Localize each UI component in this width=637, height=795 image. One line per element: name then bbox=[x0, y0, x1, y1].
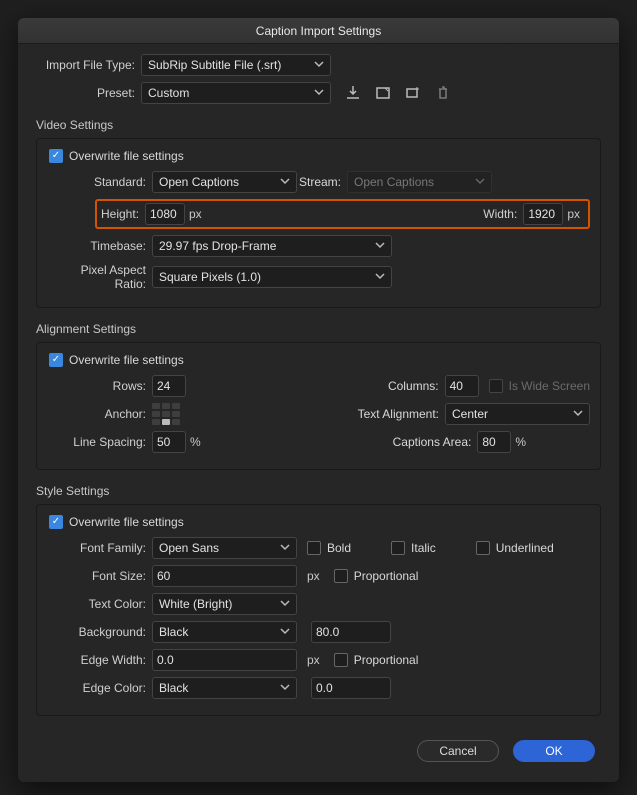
bold-checkbox[interactable] bbox=[307, 541, 321, 555]
save-preset-icon[interactable] bbox=[375, 85, 391, 101]
line-spacing-input[interactable]: 50 bbox=[152, 431, 186, 453]
chevron-down-icon bbox=[280, 625, 290, 639]
video-settings-title: Video Settings bbox=[36, 118, 601, 132]
chevron-down-icon bbox=[280, 597, 290, 611]
standard-select[interactable]: Open Captions bbox=[152, 171, 297, 193]
style-settings-section: Overwrite file settings Font Family: Ope… bbox=[36, 504, 601, 716]
anchor-grid[interactable] bbox=[152, 403, 180, 425]
video-overwrite-checkbox[interactable] bbox=[49, 149, 63, 163]
video-settings-section: Overwrite file settings Standard: Open C… bbox=[36, 138, 601, 308]
font-size-label: Font Size: bbox=[47, 569, 152, 583]
video-overwrite-label: Overwrite file settings bbox=[69, 149, 184, 163]
text-color-label: Text Color: bbox=[47, 597, 152, 611]
px-unit: px bbox=[189, 207, 202, 221]
px-unit: px bbox=[307, 569, 320, 583]
height-input[interactable]: 1080 bbox=[145, 203, 185, 225]
chevron-down-icon bbox=[573, 407, 583, 421]
captions-area-input[interactable]: 80 bbox=[477, 431, 511, 453]
text-alignment-select[interactable]: Center bbox=[445, 403, 590, 425]
chevron-down-icon bbox=[314, 86, 324, 100]
italic-checkbox[interactable] bbox=[391, 541, 405, 555]
chevron-down-icon bbox=[280, 175, 290, 189]
px-unit: px bbox=[307, 653, 320, 667]
import-preset-icon[interactable] bbox=[345, 85, 361, 101]
dialog-footer: Cancel OK bbox=[36, 730, 601, 768]
chevron-down-icon bbox=[475, 175, 485, 189]
underlined-checkbox[interactable] bbox=[476, 541, 490, 555]
new-preset-icon[interactable] bbox=[405, 85, 421, 101]
preset-select[interactable]: Custom bbox=[141, 82, 331, 104]
italic-label: Italic bbox=[411, 541, 436, 555]
bold-label: Bold bbox=[327, 541, 351, 555]
font-size-input[interactable]: 60 bbox=[152, 565, 297, 587]
chevron-down-icon bbox=[280, 681, 290, 695]
chevron-down-icon bbox=[280, 541, 290, 555]
pct-unit: % bbox=[515, 435, 526, 449]
cancel-button[interactable]: Cancel bbox=[417, 740, 499, 762]
edge-width-input[interactable]: 0.0 bbox=[152, 649, 297, 671]
par-label: Pixel Aspect Ratio: bbox=[47, 263, 152, 291]
edge-color-select[interactable]: Black bbox=[152, 677, 297, 699]
par-select[interactable]: Square Pixels (1.0) bbox=[152, 266, 392, 288]
widescreen-checkbox bbox=[489, 379, 503, 393]
width-label: Width: bbox=[479, 207, 523, 221]
font-family-label: Font Family: bbox=[47, 541, 152, 555]
captions-area-label: Captions Area: bbox=[387, 435, 477, 449]
edge-proportional-label: Proportional bbox=[354, 653, 419, 667]
edge-color-value-input[interactable]: 0.0 bbox=[311, 677, 391, 699]
background-opacity-input[interactable]: 80.0 bbox=[311, 621, 391, 643]
edge-width-label: Edge Width: bbox=[47, 653, 152, 667]
height-label: Height: bbox=[101, 207, 145, 221]
rows-input[interactable]: 24 bbox=[152, 375, 186, 397]
chevron-down-icon bbox=[375, 239, 385, 253]
style-overwrite-label: Overwrite file settings bbox=[69, 515, 184, 529]
ok-button[interactable]: OK bbox=[513, 740, 595, 762]
background-label: Background: bbox=[47, 625, 152, 639]
background-select[interactable]: Black bbox=[152, 621, 297, 643]
widescreen-label: Is Wide Screen bbox=[509, 379, 590, 393]
title-bar: Caption Import Settings bbox=[18, 18, 619, 44]
import-file-type-label: Import File Type: bbox=[36, 58, 141, 72]
stream-select: Open Captions bbox=[347, 171, 492, 193]
rows-label: Rows: bbox=[47, 379, 152, 393]
underlined-label: Underlined bbox=[496, 541, 554, 555]
style-settings-title: Style Settings bbox=[36, 484, 601, 498]
dimensions-highlight: Height: 1080 px Width: 1920 px bbox=[95, 199, 590, 229]
dialog-window: Caption Import Settings Import File Type… bbox=[18, 18, 619, 782]
columns-input[interactable]: 40 bbox=[445, 375, 479, 397]
timebase-label: Timebase: bbox=[47, 239, 152, 253]
alignment-settings-title: Alignment Settings bbox=[36, 322, 601, 336]
dialog-title: Caption Import Settings bbox=[256, 24, 381, 38]
alignment-settings-section: Overwrite file settings Rows: 24 Columns… bbox=[36, 342, 601, 470]
edge-proportional-checkbox[interactable] bbox=[334, 653, 348, 667]
font-proportional-label: Proportional bbox=[354, 569, 419, 583]
line-spacing-label: Line Spacing: bbox=[47, 435, 152, 449]
timebase-select[interactable]: 29.97 fps Drop-Frame bbox=[152, 235, 392, 257]
text-alignment-label: Text Alignment: bbox=[350, 407, 445, 421]
standard-label: Standard: bbox=[47, 175, 152, 189]
import-file-type-select[interactable]: SubRip Subtitle File (.srt) bbox=[141, 54, 331, 76]
width-input[interactable]: 1920 bbox=[523, 203, 563, 225]
anchor-label: Anchor: bbox=[47, 407, 152, 421]
align-overwrite-checkbox[interactable] bbox=[49, 353, 63, 367]
align-overwrite-label: Overwrite file settings bbox=[69, 353, 184, 367]
font-proportional-checkbox[interactable] bbox=[334, 569, 348, 583]
style-overwrite-checkbox[interactable] bbox=[49, 515, 63, 529]
chevron-down-icon bbox=[375, 270, 385, 284]
font-family-select[interactable]: Open Sans bbox=[152, 537, 297, 559]
columns-label: Columns: bbox=[385, 379, 445, 393]
px-unit: px bbox=[567, 207, 580, 221]
preset-label: Preset: bbox=[36, 86, 141, 100]
pct-unit: % bbox=[190, 435, 201, 449]
edge-color-label: Edge Color: bbox=[47, 681, 152, 695]
stream-label: Stream: bbox=[297, 175, 347, 189]
text-color-select[interactable]: White (Bright) bbox=[152, 593, 297, 615]
trash-icon[interactable] bbox=[435, 85, 451, 101]
chevron-down-icon bbox=[314, 58, 324, 72]
